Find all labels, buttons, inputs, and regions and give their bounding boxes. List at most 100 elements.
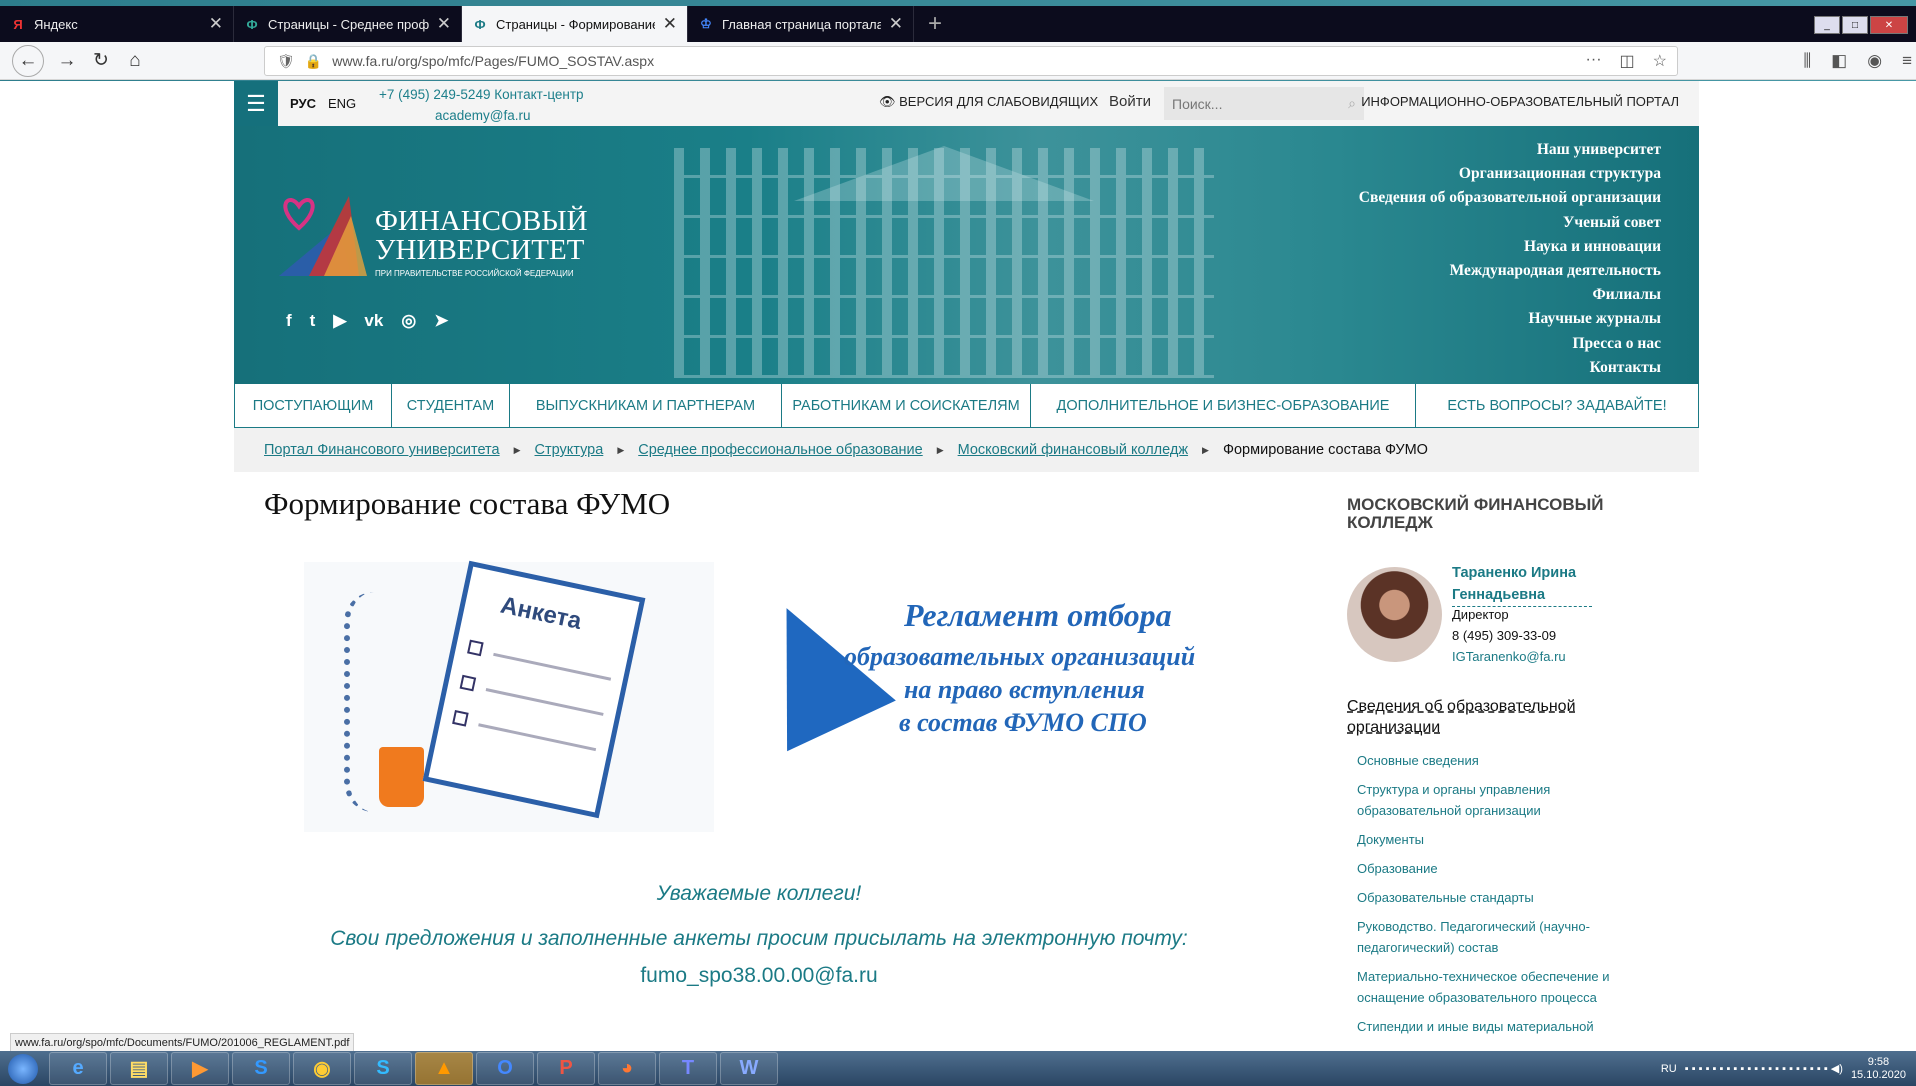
breadcrumb-link[interactable]: Портал Финансового университета	[264, 442, 500, 458]
hero-menu-item[interactable]: Филиалы	[1359, 283, 1661, 307]
breadcrumb-link[interactable]: Структура	[535, 442, 604, 458]
close-icon[interactable]: ✕	[209, 14, 223, 34]
start-button[interactable]	[0, 1051, 46, 1086]
lang-ru[interactable]: РУС	[290, 96, 316, 111]
lang-en[interactable]: ENG	[328, 96, 356, 111]
info-link[interactable]: Руководство. Педагогический (научно-педа…	[1357, 916, 1617, 958]
explorer-icon[interactable]: ▤	[110, 1052, 168, 1085]
reload-icon[interactable]: ↻	[84, 46, 118, 76]
nav-questions[interactable]: ЕСТЬ ВОПРОСЫ? ЗАДАВАЙТЕ!	[1416, 384, 1698, 427]
info-heading[interactable]: Сведения об образовательной организации	[1347, 696, 1587, 738]
anketa-image[interactable]: Анкета	[304, 560, 714, 832]
info-link[interactable]: Структура и органы управления образовате…	[1357, 779, 1617, 821]
info-link[interactable]: Документы	[1357, 829, 1617, 850]
library-icon[interactable]: ⫼	[1803, 51, 1811, 71]
breadcrumb-link[interactable]: Московский финансовый колледж	[958, 442, 1188, 458]
url-text: www.fa.ru/org/spo/mfc/Pages/FUMO_SOSTAV.…	[332, 53, 655, 69]
teams-icon[interactable]: T	[659, 1052, 717, 1085]
hamburger-icon[interactable]: ☰	[234, 81, 278, 126]
search-icon[interactable]: ⌕	[1348, 95, 1356, 112]
star-icon[interactable]: ☆	[1653, 51, 1667, 71]
tab-yandex[interactable]: Я Яндекс ✕	[0, 6, 234, 42]
forward-icon[interactable]: →	[50, 46, 84, 76]
hero-menu-item[interactable]: Организационная структура	[1359, 162, 1661, 186]
nav-applicants[interactable]: ПОСТУПАЮЩИМ	[235, 384, 392, 427]
contact-phone[interactable]: +7 (495) 249-5249 Контакт-центр	[379, 87, 584, 102]
eagle-icon: ♔	[700, 16, 712, 31]
building-image	[674, 148, 1214, 378]
ie-icon[interactable]: e	[49, 1052, 107, 1085]
hero-menu-item[interactable]: Наш университет	[1359, 138, 1661, 162]
reg-line3: на право вступления	[904, 675, 1145, 704]
reglament-image[interactable]: Регламент отбора образовательных организ…	[732, 582, 1244, 752]
word-icon[interactable]: W	[720, 1052, 778, 1085]
skype-business-icon[interactable]: S	[354, 1052, 412, 1085]
tray-icons[interactable]: ▪ ▪ ▪ ▪ ▪ ▪ ▪ ▪ ▪ ▪ ▪ ▪ ▪ ▪ ▪ ▪ ▪ ▪ ▪ ▪ …	[1685, 1062, 1843, 1075]
portal-link[interactable]: ИНФОРМАЦИОННО-ОБРАЗОВАТЕЛЬНЫЙ ПОРТАЛ	[1361, 94, 1679, 109]
home-icon[interactable]: ⌂	[118, 46, 152, 76]
pocket-icon[interactable]: ◫	[1620, 51, 1635, 71]
info-link[interactable]: Стипендии и иные виды материальной	[1357, 1016, 1617, 1037]
sidebar-icon[interactable]: ◧	[1831, 51, 1847, 71]
powerpoint-icon[interactable]: P	[537, 1052, 595, 1085]
url-bar[interactable]: 🛡 🔒 www.fa.ru/org/spo/mfc/Pages/FUMO_SOS…	[264, 46, 1678, 76]
hero-menu-item[interactable]: Сведения об образовательной организации	[1359, 186, 1661, 210]
login-link[interactable]: Войти	[1109, 93, 1151, 110]
nav-employees[interactable]: РАБОТНИКАМ И СОИСКАТЕЛЯМ	[782, 384, 1031, 427]
outlook-icon[interactable]: O	[476, 1052, 534, 1085]
tab-title: Яндекс	[34, 16, 78, 32]
maximize-icon[interactable]: □	[1842, 16, 1868, 34]
hero-menu-item[interactable]: Наука и инновации	[1359, 235, 1661, 259]
telegram-icon[interactable]: ➤	[434, 311, 448, 331]
tab-spo[interactable]: Ф Страницы - Среднее професс ✕	[234, 6, 462, 42]
info-link[interactable]: Основные сведения	[1357, 750, 1617, 771]
nav-students[interactable]: СТУДЕНТАМ	[392, 384, 510, 427]
director-name[interactable]: Тараненко Ирина Геннадьевна	[1452, 562, 1592, 607]
app-icon[interactable]: ▲	[415, 1052, 473, 1085]
contact-email[interactable]: academy@fa.ru	[379, 105, 584, 126]
logo-line3: ПРИ ПРАВИТЕЛЬСТВЕ РОССИЙСКОЙ ФЕДЕРАЦИИ	[375, 269, 574, 278]
breadcrumb-current: Формирование состава ФУМО	[1222, 442, 1428, 458]
vk-icon[interactable]: vk	[364, 311, 383, 331]
vision-link[interactable]: 👁 ВЕРСИЯ ДЛЯ СЛАБОВИДЯЩИХ	[879, 94, 1098, 110]
window-controls: _ □ ✕	[1814, 16, 1908, 34]
close-icon[interactable]: ✕	[663, 14, 677, 34]
new-tab-button[interactable]: +	[914, 6, 956, 42]
hero-menu-item[interactable]: Международная деятельность	[1359, 259, 1661, 283]
media-player-icon[interactable]: ▶	[171, 1052, 229, 1085]
hero-menu-item[interactable]: Научные журналы	[1359, 307, 1661, 331]
close-icon[interactable]: ✕	[889, 14, 903, 34]
youtube-icon[interactable]: ▶	[333, 311, 346, 331]
more-icon[interactable]: ···	[1586, 51, 1602, 71]
top-strip: ☰ РУС ENG +7 (495) 249-5249 Контакт-цент…	[234, 81, 1699, 126]
twitter-icon[interactable]: t	[310, 311, 316, 331]
account-icon[interactable]: ◉	[1867, 51, 1882, 71]
fumo-email[interactable]: fumo_spo38.00.00@fa.ru	[234, 964, 1284, 988]
facebook-icon[interactable]: f	[286, 311, 292, 331]
hero-menu-item[interactable]: Контакты	[1359, 356, 1661, 380]
info-link[interactable]: Материально-техническое обеспечение и ос…	[1357, 966, 1617, 1008]
clock[interactable]: 9:58 15.10.2020	[1851, 1056, 1906, 1082]
close-icon[interactable]: ✕	[437, 14, 451, 34]
hero-menu-item[interactable]: Пресса о нас	[1359, 332, 1661, 356]
firefox-icon[interactable]: ◕	[598, 1052, 656, 1085]
minimize-icon[interactable]: _	[1814, 16, 1840, 34]
nav-graduates[interactable]: ВЫПУСКНИКАМ И ПАРТНЕРАМ	[510, 384, 782, 427]
hero-menu-item[interactable]: Ученый совет	[1359, 211, 1661, 235]
language-indicator[interactable]: RU	[1661, 1063, 1677, 1075]
tab-fumo[interactable]: Ф Страницы - Формирование с ✕	[462, 6, 688, 42]
info-link[interactable]: Образование	[1357, 858, 1617, 879]
director-email[interactable]: IGTaranenko@fa.ru	[1452, 649, 1566, 664]
skype-icon[interactable]: S	[232, 1052, 290, 1085]
logo[interactable]: ФИНАНСОВЫЙ УНИВЕРСИТЕТ ПРИ ПРАВИТЕЛЬСТВЕ…	[279, 186, 588, 278]
menu-icon[interactable]: ≡	[1902, 51, 1912, 71]
tab-portal[interactable]: ♔ Главная страница портала Ф ✕	[688, 6, 914, 42]
instagram-icon[interactable]: ◎	[401, 311, 416, 331]
chrome-icon[interactable]: ◉	[293, 1052, 351, 1085]
breadcrumb-link[interactable]: Среднее профессиональное образование	[638, 442, 922, 458]
back-icon[interactable]: ←	[12, 44, 44, 77]
search-input[interactable]: Поиск... ⌕	[1164, 87, 1364, 120]
nav-additional-education[interactable]: ДОПОЛНИТЕЛЬНОЕ И БИЗНЕС-ОБРАЗОВАНИЕ	[1031, 384, 1416, 427]
info-link[interactable]: Образовательные стандарты	[1357, 887, 1617, 908]
close-window-icon[interactable]: ✕	[1870, 16, 1908, 34]
